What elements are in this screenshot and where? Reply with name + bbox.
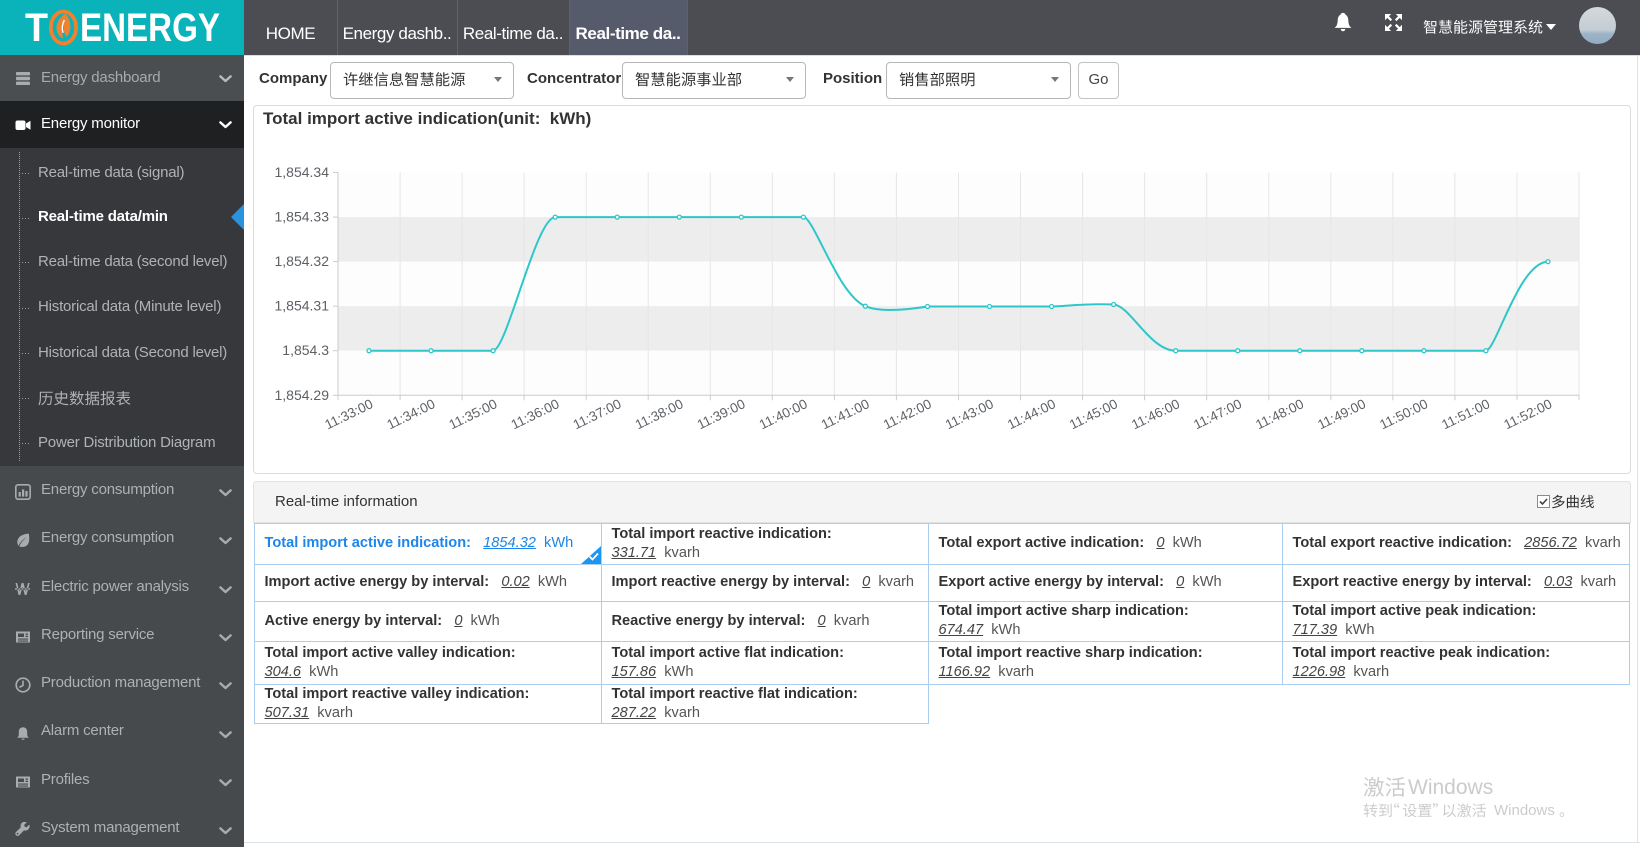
svg-text:11:43:00: 11:43:00: [943, 396, 996, 432]
svg-text:11:37:00: 11:37:00: [571, 396, 624, 432]
svg-text:T: T: [25, 6, 48, 50]
svg-text:11:40:00: 11:40:00: [757, 396, 810, 432]
svg-text:11:39:00: 11:39:00: [695, 396, 748, 432]
svg-text:11:44:00: 11:44:00: [1005, 396, 1058, 432]
svg-text:11:38:00: 11:38:00: [633, 396, 686, 432]
svg-text:1,854.34: 1,854.34: [275, 164, 330, 180]
svg-text:11:47:00: 11:47:00: [1191, 396, 1244, 432]
svg-text:11:51:00: 11:51:00: [1439, 396, 1492, 432]
svg-text:1,854.32: 1,854.32: [275, 253, 330, 269]
svg-text:1,854.29: 1,854.29: [275, 387, 330, 403]
svg-text:11:36:00: 11:36:00: [509, 396, 562, 432]
svg-text:11:49:00: 11:49:00: [1315, 396, 1368, 432]
svg-text:11:35:00: 11:35:00: [446, 396, 499, 432]
svg-text:1,854.31: 1,854.31: [275, 298, 330, 314]
svg-text:11:50:00: 11:50:00: [1377, 396, 1430, 432]
svg-text:11:33:00: 11:33:00: [322, 396, 375, 432]
svg-text:11:34:00: 11:34:00: [384, 396, 437, 432]
svg-text:1,854.33: 1,854.33: [275, 209, 330, 225]
svg-text:11:48:00: 11:48:00: [1253, 396, 1306, 432]
svg-text:11:52:00: 11:52:00: [1501, 396, 1554, 432]
svg-text:1,854.3: 1,854.3: [282, 342, 329, 358]
svg-text:11:41:00: 11:41:00: [819, 396, 872, 432]
svg-text:11:46:00: 11:46:00: [1129, 396, 1182, 432]
svg-text:11:45:00: 11:45:00: [1067, 396, 1120, 432]
svg-text:11:42:00: 11:42:00: [881, 396, 934, 432]
svg-text:ENERGY: ENERGY: [80, 6, 220, 50]
